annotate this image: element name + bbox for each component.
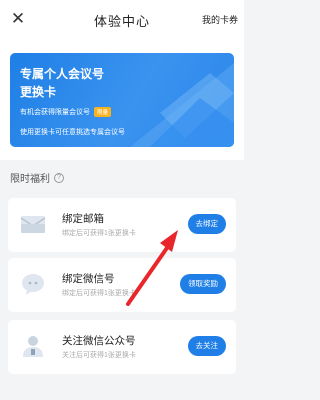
benefit-card-email: 绑定邮箱 绑定后可获得1张更换卡 去绑定 (8, 198, 236, 252)
follow-button[interactable]: 去关注 (187, 336, 226, 356)
banner-subtitle: 有机会获得限量会议号 限量 (20, 107, 112, 117)
top-bar: ✕ 体验中心 我的卡券 (0, 0, 244, 40)
banner-note: 使用更换卡可任意挑选专属会议号 (20, 129, 125, 136)
banner-title: 专属个人会议号 更换卡 (20, 65, 140, 101)
benefit-card-official-account: 关注微信公众号 关注后可获得1张更换卡 去关注 (8, 320, 236, 374)
my-cards-link[interactable]: 我的卡券 (202, 13, 238, 26)
help-icon[interactable]: ? (54, 172, 64, 183)
benefit-desc: 绑定后可获得1张更换卡 (62, 290, 136, 297)
benefit-title: 绑定微信号 (62, 273, 115, 285)
bind-email-button[interactable]: 去绑定 (187, 214, 226, 234)
meeting-number-banner[interactable]: 专属个人会议号 更换卡 有机会获得限量会议号 限量 使用更换卡可任意挑选专属会议… (10, 53, 234, 147)
wechat-icon (22, 274, 44, 295)
banner-section: 专属个人会议号 更换卡 有机会获得限量会议号 限量 使用更换卡可任意挑选专属会议… (0, 40, 244, 160)
mail-icon (20, 216, 46, 233)
banner-subtitle-text: 有机会获得限量会议号 (20, 109, 90, 116)
limited-badge: 限量 (94, 107, 112, 117)
banner-title-line2: 更换卡 (20, 85, 57, 99)
benefit-desc: 绑定后可获得1张更换卡 (62, 230, 136, 237)
claim-reward-button[interactable]: 领取奖励 (180, 274, 226, 294)
benefits-title: 限时福利 (10, 174, 50, 185)
benefit-desc: 关注后可获得1张更换卡 (62, 352, 136, 359)
benefits-heading: 限时福利 ? (10, 170, 64, 185)
benefit-card-wechat: 绑定微信号 绑定后可获得1张更换卡 领取奖励 (8, 258, 236, 312)
banner-title-line1: 专属个人会议号 (20, 67, 105, 81)
benefit-title: 绑定邮箱 (62, 213, 104, 225)
official-account-icon (23, 336, 43, 357)
benefit-title: 关注微信公众号 (62, 335, 136, 347)
